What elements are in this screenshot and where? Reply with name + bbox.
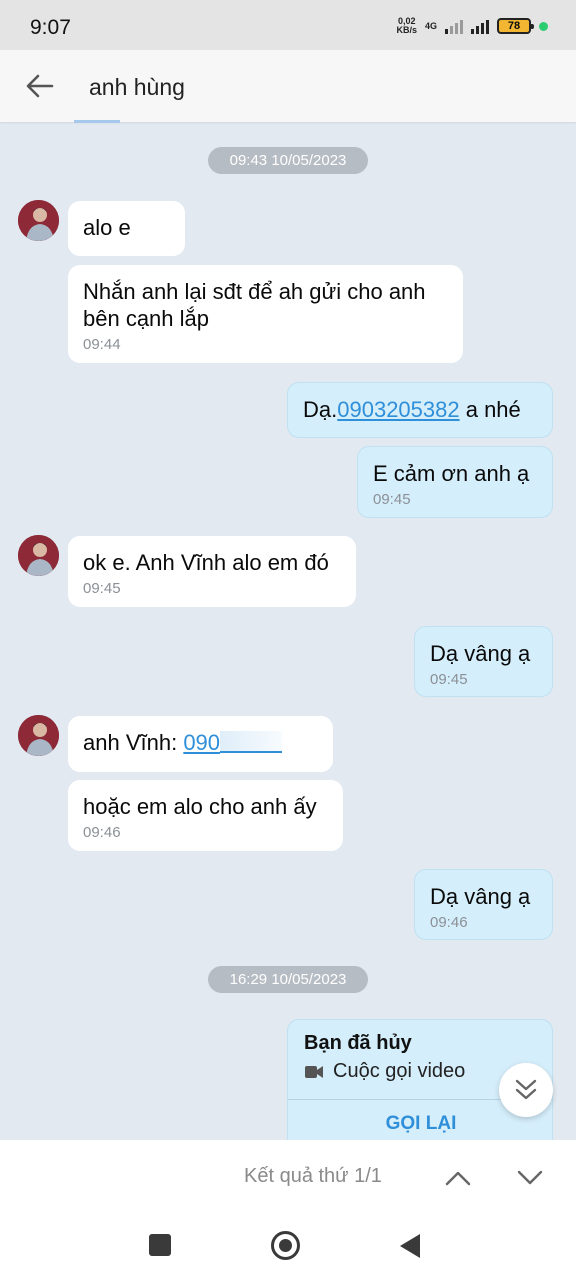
message-text: Dạ vâng ạ (430, 884, 531, 909)
chevron-down-icon (517, 1170, 543, 1185)
battery-icon: 78 (497, 18, 534, 34)
search-result-count: Kết quả thứ 1/1 (244, 1165, 382, 1187)
message-bubble[interactable]: anh Vĩnh: 090 (68, 716, 333, 772)
message-bubble[interactable]: ok e. Anh Vĩnh alo em đó 09:45 (68, 536, 356, 607)
message-bubble[interactable]: Dạ.0903205382 a nhé (287, 382, 553, 438)
back-button[interactable] (24, 70, 56, 102)
status-icons: 0,02 KB/s 4G 78 (396, 17, 548, 35)
avatar[interactable] (18, 200, 59, 241)
message-bubble[interactable]: hoặc em alo cho anh ấy 09:46 (68, 780, 343, 851)
message-bubble[interactable]: Dạ vâng ạ 09:45 (414, 626, 553, 697)
message-time: 09:46 (83, 824, 121, 841)
status-bar: 9:07 0,02 KB/s 4G 78 (0, 0, 576, 50)
call-again-button[interactable]: GỌI LẠI (288, 1113, 552, 1135)
previous-result-button[interactable] (442, 1164, 474, 1192)
status-time: 9:07 (30, 16, 71, 39)
date-separator: 16:29 10/05/2023 (208, 966, 368, 993)
message-text-prefix: anh Vĩnh: (83, 730, 184, 755)
message-text: alo e (83, 215, 131, 240)
message-bubble[interactable]: Dạ vâng ạ 09:46 (414, 869, 553, 940)
video-camera-icon (305, 1065, 323, 1078)
message-bubble[interactable]: Nhắn anh lại sđt để ah gửi cho anh bên c… (68, 265, 463, 363)
message-time: 09:45 (430, 671, 468, 688)
chat-header: anh hùng (0, 50, 576, 122)
message-time: 09:44 (83, 336, 121, 353)
message-time: 09:45 (373, 491, 411, 508)
double-chevron-down-icon (515, 1079, 537, 1100)
chat-title[interactable]: anh hùng (89, 74, 185, 101)
search-result-bar: Kết quả thứ 1/1 (0, 1140, 576, 1214)
network-type: 4G (424, 21, 437, 31)
message-bubble[interactable]: E cảm ơn anh ạ 09:45 (357, 446, 553, 518)
message-time: 09:45 (83, 580, 121, 597)
signal-icon-2 (471, 18, 489, 34)
home-button[interactable] (271, 1231, 300, 1260)
phone-link[interactable]: 0903205382 (337, 397, 459, 422)
date-separator: 09:43 10/05/2023 (208, 147, 368, 174)
arrow-left-icon (26, 74, 54, 98)
avatar[interactable] (18, 715, 59, 756)
call-type: Cuộc gọi video (304, 1060, 465, 1083)
next-result-button[interactable] (514, 1164, 546, 1192)
message-text-suffix: a nhé (459, 397, 521, 422)
message-text: Dạ vâng ạ (430, 641, 531, 666)
message-time: 09:46 (430, 914, 468, 931)
back-nav-button[interactable] (400, 1234, 420, 1258)
redacted-number (220, 731, 283, 753)
scroll-indicator (74, 120, 120, 123)
chevron-up-icon (445, 1171, 471, 1186)
phone-link[interactable]: 090 (183, 730, 220, 755)
message-bubble[interactable]: alo e (68, 201, 185, 256)
message-text: E cảm ơn anh ạ (373, 461, 530, 486)
scroll-to-bottom-button[interactable] (499, 1063, 553, 1117)
recent-apps-button[interactable] (149, 1234, 171, 1256)
network-speed: 0,02 KB/s (396, 16, 417, 35)
message-text: hoặc em alo cho anh ấy (83, 794, 317, 819)
avatar[interactable] (18, 535, 59, 576)
message-text-prefix: Dạ. (303, 397, 338, 422)
message-text: Nhắn anh lại sđt để ah gửi cho anh bên c… (83, 279, 426, 331)
system-navigation-bar (0, 1214, 576, 1280)
signal-icon (445, 18, 463, 34)
message-text: ok e. Anh Vĩnh alo em đó (83, 550, 329, 575)
call-status: Bạn đã hủy (304, 1032, 412, 1054)
indicator-dot (539, 21, 548, 31)
